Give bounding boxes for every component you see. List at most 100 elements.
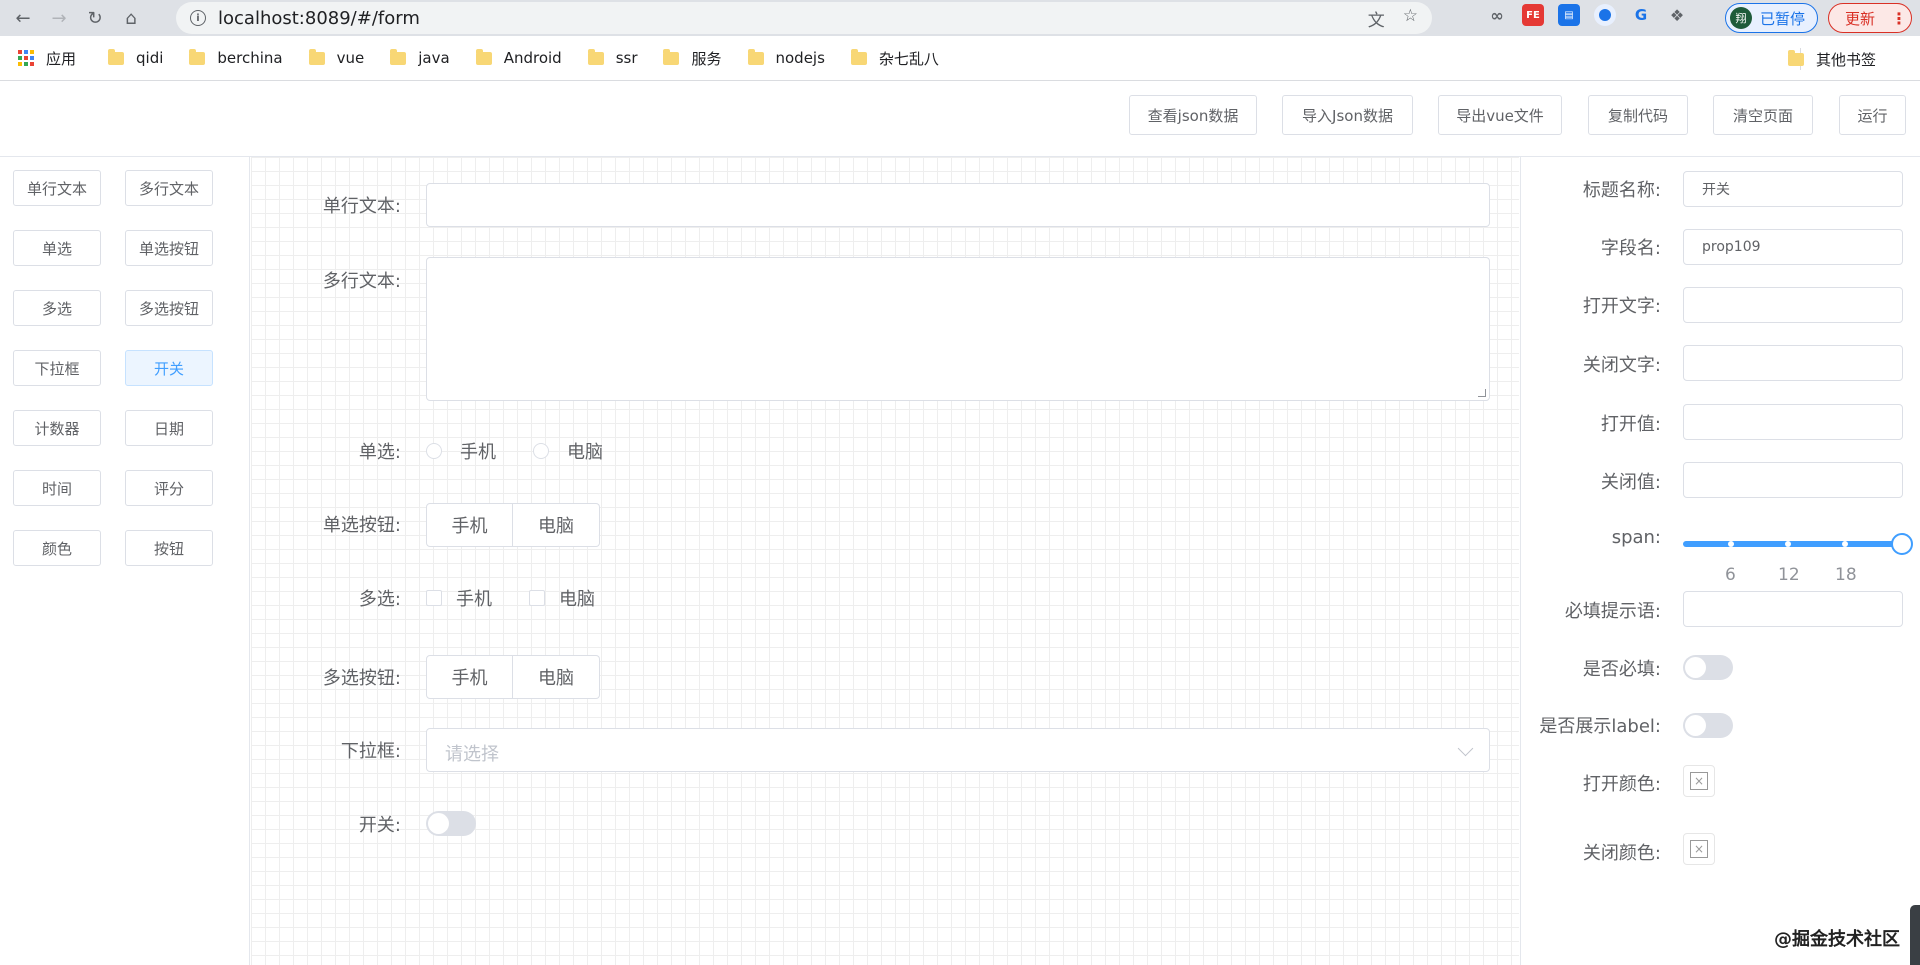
title-input[interactable]: 开关 bbox=[1683, 171, 1903, 207]
component-radio[interactable]: 单选 bbox=[13, 230, 101, 266]
extensions-puzzle-icon[interactable]: ❖ bbox=[1666, 4, 1688, 26]
bookmark-other[interactable]: 其他书签 bbox=[1787, 49, 1876, 70]
component-checkbox[interactable]: 多选 bbox=[13, 290, 101, 326]
checkbox-button-group: 手机 电脑 bbox=[426, 655, 600, 699]
radio-button-option[interactable]: 手机 bbox=[426, 503, 513, 547]
required-msg-input[interactable] bbox=[1683, 591, 1903, 627]
component-checkbox-button[interactable]: 多选按钮 bbox=[125, 290, 213, 326]
scrollbar-thumb[interactable] bbox=[1910, 905, 1920, 965]
view-json-button[interactable]: 查看json数据 bbox=[1129, 95, 1257, 135]
import-json-button[interactable]: 导入Json数据 bbox=[1282, 95, 1413, 135]
component-rate[interactable]: 评分 bbox=[125, 470, 213, 506]
site-info-icon[interactable]: i bbox=[190, 10, 206, 26]
address-bar[interactable]: i localhost:8089/#/form 文 ☆ bbox=[176, 2, 1432, 34]
forward-icon[interactable]: → bbox=[44, 3, 74, 33]
multi-text-label: 多行文本: bbox=[322, 271, 401, 292]
component-single-text[interactable]: 单行文本 bbox=[13, 170, 101, 206]
on-value-input[interactable] bbox=[1683, 404, 1903, 440]
title-label: 标题名称: bbox=[1582, 180, 1661, 201]
folder-icon bbox=[850, 48, 867, 65]
component-radio-button[interactable]: 单选按钮 bbox=[125, 230, 213, 266]
switch-label: 开关: bbox=[358, 815, 401, 836]
back-icon[interactable]: ← bbox=[8, 3, 38, 33]
radio-option[interactable]: 电脑 bbox=[533, 438, 603, 464]
checkbox-button-option[interactable]: 手机 bbox=[426, 655, 513, 699]
span-slider-track[interactable] bbox=[1683, 541, 1903, 547]
checkbox-label: 多选: bbox=[358, 589, 401, 610]
on-color-picker[interactable]: × bbox=[1683, 765, 1715, 797]
component-counter[interactable]: 计数器 bbox=[13, 410, 101, 446]
bookmark-folder[interactable]: 服务 bbox=[663, 48, 722, 69]
on-text-input[interactable] bbox=[1683, 287, 1903, 323]
select-placeholder: 请选择 bbox=[445, 744, 499, 765]
span-slider-handle[interactable] bbox=[1891, 533, 1913, 555]
bookmark-folder[interactable]: berchina bbox=[189, 48, 283, 67]
profile-button[interactable]: 翔 已暂停 bbox=[1725, 3, 1819, 33]
resize-grip-icon[interactable] bbox=[1478, 389, 1486, 397]
bookmark-folder[interactable]: vue bbox=[308, 48, 364, 67]
bookmark-apps[interactable]: 应用 bbox=[18, 48, 76, 69]
component-button[interactable]: 按钮 bbox=[125, 530, 213, 566]
bookmark-star-icon[interactable]: ☆ bbox=[1403, 6, 1418, 31]
folder-icon bbox=[1787, 50, 1804, 66]
bookmark-folder[interactable]: nodejs bbox=[747, 48, 825, 67]
profile-status: 已暂停 bbox=[1760, 9, 1806, 28]
component-multi-text[interactable]: 多行文本 bbox=[125, 170, 213, 206]
checkbox-button-option[interactable]: 电脑 bbox=[513, 655, 600, 699]
slider-mark: 18 bbox=[1835, 565, 1857, 585]
extension-circle-icon[interactable] bbox=[1594, 4, 1616, 26]
checkbox-option[interactable]: 电脑 bbox=[529, 585, 595, 611]
bookmark-folder[interactable]: Android bbox=[475, 48, 562, 67]
apps-grid-icon bbox=[18, 50, 34, 66]
show-label-label: 是否展示label: bbox=[1539, 716, 1661, 737]
multi-text-textarea[interactable] bbox=[426, 257, 1490, 401]
component-date[interactable]: 日期 bbox=[125, 410, 213, 446]
properties-panel: 标题名称: 开关 字段名: prop109 打开文字: 关闭文字: 打开值: 关… bbox=[1520, 157, 1920, 965]
menu-dots-icon: ⋮ bbox=[1891, 8, 1908, 28]
off-value-input[interactable] bbox=[1683, 462, 1903, 498]
avatar: 翔 bbox=[1730, 7, 1752, 29]
extension-google-translate-icon[interactable]: G bbox=[1630, 4, 1652, 26]
folder-icon bbox=[587, 48, 604, 65]
slider-mark: 12 bbox=[1778, 565, 1800, 585]
off-color-picker[interactable]: × bbox=[1683, 833, 1715, 865]
field-name-input[interactable]: prop109 bbox=[1683, 229, 1903, 265]
bookmark-folder[interactable]: qidi bbox=[108, 48, 163, 67]
copy-code-button[interactable]: 复制代码 bbox=[1588, 95, 1688, 135]
required-switch[interactable] bbox=[1683, 655, 1733, 680]
bookmark-folder[interactable]: ssr bbox=[587, 48, 637, 67]
reload-icon[interactable]: ↻ bbox=[80, 3, 110, 33]
home-icon[interactable]: ⌂ bbox=[116, 3, 146, 33]
empty-color-icon: × bbox=[1690, 840, 1708, 858]
radio-option[interactable]: 手机 bbox=[426, 438, 496, 464]
folder-icon bbox=[747, 48, 764, 65]
component-time[interactable]: 时间 bbox=[13, 470, 101, 506]
translate-icon[interactable]: 文 bbox=[1368, 6, 1385, 31]
single-text-input[interactable] bbox=[426, 183, 1490, 227]
extension-glasses-icon[interactable]: ∞ bbox=[1486, 4, 1508, 26]
bookmark-folder[interactable]: 杂七乱八 bbox=[850, 48, 939, 69]
on-value-label: 打开值: bbox=[1600, 414, 1661, 435]
component-color[interactable]: 颜色 bbox=[13, 530, 101, 566]
component-select[interactable]: 下拉框 bbox=[13, 350, 101, 386]
chevron-down-icon bbox=[1457, 740, 1474, 757]
extension-fe-icon[interactable]: FE bbox=[1522, 4, 1544, 26]
export-vue-button[interactable]: 导出vue文件 bbox=[1438, 95, 1562, 135]
folder-icon bbox=[108, 48, 125, 65]
component-switch[interactable]: 开关 bbox=[125, 350, 213, 386]
radio-button-group: 手机 电脑 bbox=[426, 503, 600, 547]
checkbox-option[interactable]: 手机 bbox=[426, 585, 492, 611]
extension-chart-icon[interactable]: ▤ bbox=[1558, 4, 1580, 26]
form-canvas[interactable]: 单行文本: 多行文本: 单选: 手机 电脑 单选按钮: 手机 电脑 多选: 手机… bbox=[251, 157, 1519, 965]
show-label-switch[interactable] bbox=[1683, 713, 1733, 738]
run-button[interactable]: 运行 bbox=[1839, 95, 1906, 135]
radio-button-option[interactable]: 电脑 bbox=[513, 503, 600, 547]
clear-page-button[interactable]: 清空页面 bbox=[1713, 95, 1813, 135]
checkbox-icon bbox=[426, 590, 442, 606]
switch-toggle[interactable] bbox=[426, 811, 476, 836]
select-dropdown[interactable]: 请选择 bbox=[426, 728, 1490, 772]
off-text-input[interactable] bbox=[1683, 345, 1903, 381]
update-button[interactable]: 更新 ⋮ bbox=[1828, 3, 1912, 33]
checkbox-icon bbox=[529, 590, 545, 606]
bookmark-folder[interactable]: java bbox=[390, 48, 450, 67]
